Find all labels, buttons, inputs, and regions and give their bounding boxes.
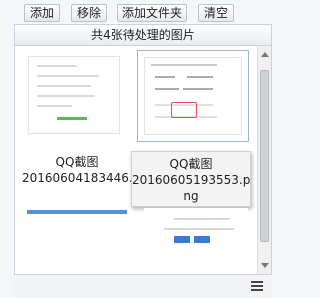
thumbnail-preview [28,56,120,134]
caption-line-1: QQ截图 [55,155,99,169]
list-view-icon[interactable] [251,281,263,291]
bottom-toolbar [14,274,272,298]
remove-button[interactable]: 移除 [71,4,107,22]
thumbnail-topbar [27,210,127,214]
caption-line-2: 20160604183446... [22,171,141,185]
thumbnail-button [174,236,190,243]
add-folder-button[interactable]: 添加文件夹 [117,4,187,22]
add-button[interactable]: 添加 [24,4,60,22]
tooltip-line-3: ng [183,189,199,203]
image-thumbnail-1[interactable] [22,50,126,140]
scrollbar-thumb[interactable] [260,70,269,242]
image-thumbnail-2[interactable] [137,50,249,142]
thumbnail-preview [144,57,242,135]
panel-title: 共4张待处理的图片 [91,28,195,42]
annotation-box [171,102,197,118]
filename-tooltip: QQ截图 20160605193553.p ng [131,151,251,207]
image-thumbnail-3[interactable] [27,210,127,250]
tooltip-line-2: 20160605193553.p [132,173,251,187]
panel-header: 共4张待处理的图片 [14,24,272,46]
vertical-scrollbar[interactable] [257,46,271,274]
scroll-up-icon[interactable] [261,52,269,57]
image-thumbnail-4[interactable] [144,208,248,264]
clear-button[interactable]: 清空 [198,4,234,22]
thumbnail-button [194,236,210,243]
tooltip-line-1: QQ截图 [169,157,213,171]
image-caption-1: QQ截图 20160604183446... [22,154,141,186]
scroll-down-icon[interactable] [261,263,269,268]
